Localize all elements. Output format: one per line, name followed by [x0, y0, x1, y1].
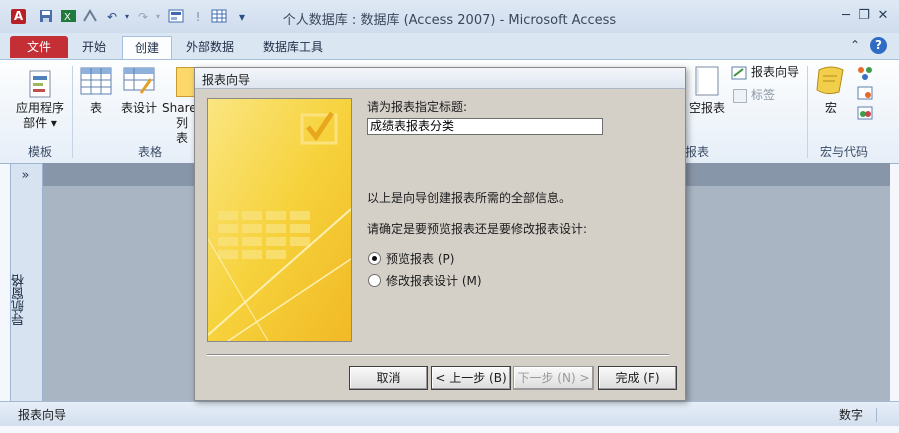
finish-button[interactable]: 完成 (F): [598, 366, 677, 390]
back-button[interactable]: < 上一步 (B): [431, 366, 511, 390]
cancel-button[interactable]: 取消: [349, 366, 428, 390]
wizard-info-text: 以上是向导创建报表所需的全部信息。: [367, 191, 572, 205]
window-title: 个人数据库 : 数据库 (Access 2007) - Microsoft Ac…: [282, 13, 617, 28]
tab-create[interactable]: 创建: [122, 36, 173, 59]
group-label-tables: 表格: [137, 145, 162, 159]
application-parts-icon: [28, 70, 52, 101]
modify-design-label[interactable]: 修改报表设计 (M): [386, 272, 482, 289]
num-lock-indicator: 数字: [839, 408, 864, 422]
group-label-reports: 报表: [684, 145, 709, 159]
visual-basic-icon[interactable]: [857, 106, 873, 123]
table-button[interactable]: 表: [80, 101, 112, 116]
module-icon[interactable]: [857, 86, 873, 103]
report-title-prompt: 请为报表指定标题:: [367, 100, 468, 114]
tab-home[interactable]: 开始: [70, 36, 118, 58]
class-module-icon[interactable]: [857, 66, 873, 83]
table-design-button[interactable]: 表设计: [117, 101, 161, 116]
report-wizard-icon: [731, 66, 747, 83]
macro-icon: [815, 66, 847, 99]
modify-design-radio[interactable]: [368, 274, 381, 287]
table-design-icon: [123, 67, 155, 98]
application-parts-button[interactable]: 应用程序 部件 ▾: [10, 101, 70, 131]
minimize-button[interactable]: ─: [837, 8, 855, 24]
title-bar: A X ↶ ▾ ↷ ▾ ! ▾ 个人数据库 : 数据库 (Access 2007…: [0, 0, 899, 34]
navigation-pane-label[interactable]: 导航窗格: [10, 240, 41, 360]
next-button[interactable]: 下一步 (N) >: [513, 366, 594, 390]
status-divider: [876, 408, 877, 422]
dialog-title: 报表向导: [202, 73, 251, 87]
preview-report-label[interactable]: 预览报表 (P): [386, 250, 454, 267]
dialog-title-bar[interactable]: 报表向导: [195, 68, 685, 89]
tab-file[interactable]: 文件: [10, 36, 68, 58]
restore-button[interactable]: ❐: [855, 8, 873, 24]
wizard-question-text: 请确定是要预览报表还是要修改报表设计:: [367, 222, 588, 236]
dialog-divider: [207, 354, 669, 356]
blank-report-icon: [694, 66, 720, 99]
status-text: 报表向导: [18, 408, 67, 422]
report-wizard-dialog: 报表向导 请为报表指定标题: 成绩表报表分类 以上是向导创建报表所需的全部信息。…: [194, 67, 686, 401]
group-label-templates: 模板: [27, 145, 52, 159]
macro-button[interactable]: 宏: [816, 101, 846, 116]
report-wizard-button[interactable]: 报表向导: [751, 65, 799, 80]
tab-external-data[interactable]: 外部数据: [174, 36, 246, 58]
expand-nav-pane-button[interactable]: »: [12, 165, 39, 187]
tab-database-tools[interactable]: 数据库工具: [251, 36, 335, 58]
blank-report-button[interactable]: 空报表: [686, 101, 728, 116]
sharepoint-lists-button[interactable]: Share 列表: [162, 101, 197, 146]
close-button[interactable]: ✕: [874, 8, 892, 24]
labels-button[interactable]: 标签: [751, 88, 775, 103]
labels-icon: [733, 89, 747, 103]
group-separator: [807, 66, 808, 158]
table-icon: [80, 67, 112, 98]
status-bar: 报表向导 数字: [0, 401, 899, 426]
group-label-macros: 宏与代码: [819, 145, 868, 159]
help-icon[interactable]: ?: [870, 37, 887, 54]
report-title-input[interactable]: [367, 118, 603, 135]
wizard-banner-image: [207, 98, 352, 342]
preview-report-radio[interactable]: [368, 252, 381, 265]
group-separator: [72, 66, 73, 158]
collapse-ribbon-icon[interactable]: ⌃: [850, 38, 860, 52]
